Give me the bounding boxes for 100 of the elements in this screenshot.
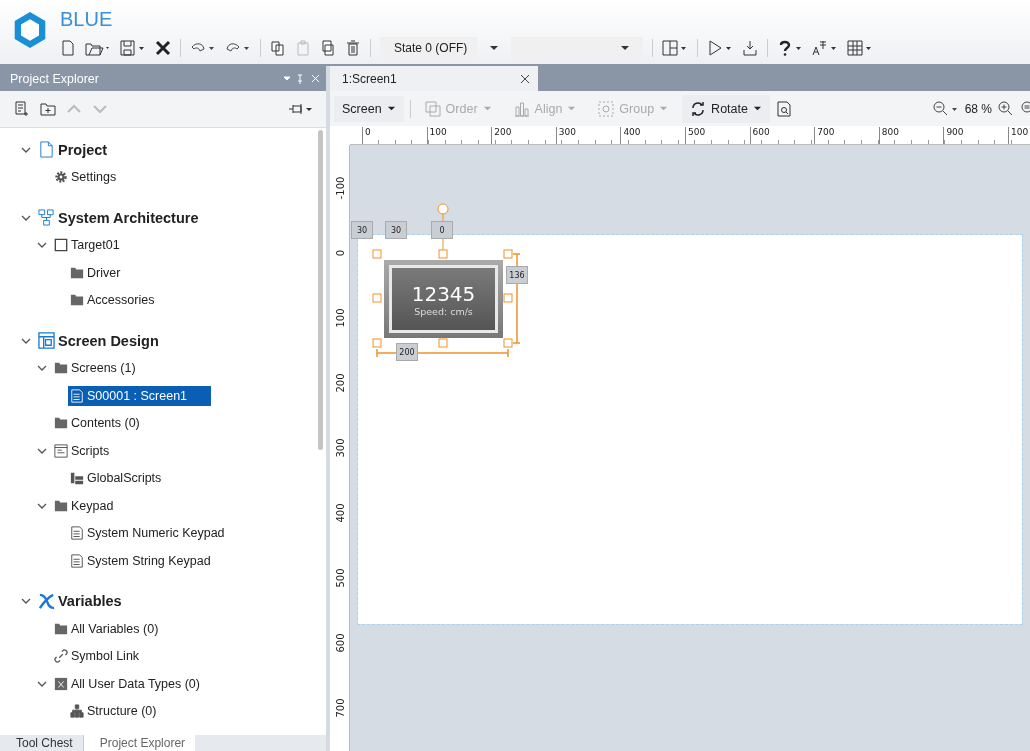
tree-item[interactable]: GlobalScripts [68,468,166,489]
ruler-label: 500 [333,568,347,588]
tree-item[interactable]: Target01 [52,235,124,256]
tree-item[interactable]: Project [36,138,112,162]
folder-icon [54,361,68,376]
hexagon-logo-icon [12,10,48,50]
tree-item[interactable]: System Architecture [36,206,203,230]
caret-icon [482,104,492,113]
rotate-icon [690,100,707,117]
tree-item[interactable]: Accessories [68,290,159,311]
app-title: BLUE [60,7,114,32]
group-icon [598,100,615,117]
copy-icon[interactable] [270,40,286,56]
tree-item[interactable]: Scripts [52,440,114,461]
scrollbar-thumb[interactable] [318,130,323,450]
tree-item[interactable]: Settings [52,167,121,188]
duplicate-icon[interactable] [320,40,336,56]
grid-icon[interactable] [847,40,874,56]
ruler-label: 700 [814,127,835,144]
zoom-out-icon[interactable] [932,100,959,117]
tree-item[interactable]: Variables [36,589,126,613]
caret-icon [386,104,396,113]
resize-handle[interactable] [438,338,448,348]
tree-item[interactable]: S00001 : Screen1 [68,385,212,406]
ruler-label: 100 [333,308,347,328]
document-tab[interactable]: 1:Screen1 [330,66,538,91]
play-icon[interactable] [707,40,734,56]
variable-x-icon [38,592,55,610]
tree-item[interactable]: System String Keypad [68,550,215,571]
ruler-label: 800 [878,127,899,144]
tree-item[interactable]: Keypad [52,495,118,516]
ruler-label: 900 [943,127,964,144]
state-dropdown[interactable]: State 0 (OFF) [380,37,478,59]
toolbar-button[interactable]: Rotate [682,94,770,123]
display-value: 12345 [411,281,476,306]
folder-icon [54,621,68,636]
resize-handle[interactable] [503,293,513,303]
resize-handle[interactable] [372,293,382,303]
document-icon [70,526,84,541]
ruler-label: 700 [333,698,347,718]
hierarchy-icon [70,704,84,719]
language-icon[interactable] [812,40,839,56]
ruler-label: 600 [749,127,770,144]
ruler-label: 0 [333,248,347,259]
dimension-label: 30 [385,221,407,239]
script-window-icon [54,443,68,458]
square-icon [54,238,68,253]
ruler-label: 0 [362,127,371,144]
resize-handle[interactable] [503,249,513,259]
display-caption: Speed: cm/s [414,305,473,317]
tree-item[interactable]: All User Data Types (0) [52,673,204,694]
new-folder-icon[interactable] [40,101,56,117]
toolbar-button[interactable]: Screen [334,95,404,122]
dimension-label: 0 [431,221,453,239]
zoom-in-icon[interactable] [998,100,1014,117]
panel-title: Project Explorer [10,71,99,86]
zoom-level: 68 % [964,101,992,116]
new-item-icon[interactable] [14,101,30,117]
folder-icon [70,293,84,308]
ruler-label: 200 [491,127,512,144]
tree-item[interactable]: System Numeric Keypad [68,523,229,544]
panel-controls-icon[interactable] [282,72,322,85]
resize-handle[interactable] [438,249,448,259]
trash-icon[interactable] [345,40,361,56]
new-file-icon[interactable] [60,40,76,56]
link-icon [54,649,68,664]
resize-handle[interactable] [372,249,382,259]
ruler-label: 600 [333,633,347,653]
help-icon[interactable] [777,40,804,56]
tree-item[interactable]: Driver [68,262,125,283]
resize-handle[interactable] [503,338,513,348]
ruler-label: 100 [426,127,447,144]
bring-forward-icon [424,100,441,117]
tree-item[interactable]: Screens (1) [52,358,140,379]
panel-tab[interactable]: Tool Chest [0,735,83,751]
panel-tab[interactable]: Project Explorer [82,735,196,751]
layout-icon [38,332,55,350]
ruler-label: -100 [333,178,347,198]
ruler-label: 300 [555,127,576,144]
tree-item[interactable]: Contents (0) [52,413,144,434]
ruler-label: 200 [333,373,347,393]
folder-icon [54,416,68,431]
tree-item[interactable]: Screen Design [36,329,163,353]
ruler-label: 400 [333,503,347,523]
numeric-display-widget[interactable]: 12345 Speed: cm/s [384,260,503,338]
ruler-label: 300 [333,438,347,458]
download-icon[interactable] [742,40,759,56]
layout-icon[interactable] [662,40,689,56]
tree-item[interactable]: All Variables (0) [52,618,163,639]
dimension-label: 30 [351,221,373,239]
open-folder-icon[interactable] [85,40,111,56]
close-icon[interactable] [155,40,171,56]
tree-item[interactable]: Structure (0) [68,701,161,722]
resize-handle[interactable] [372,338,382,348]
preview-icon[interactable] [775,100,792,117]
tree-item[interactable]: Symbol Link [52,646,144,667]
save-icon[interactable] [120,40,146,56]
close-icon[interactable] [520,73,530,84]
caret-icon [567,104,577,113]
gear-icon [54,170,68,185]
